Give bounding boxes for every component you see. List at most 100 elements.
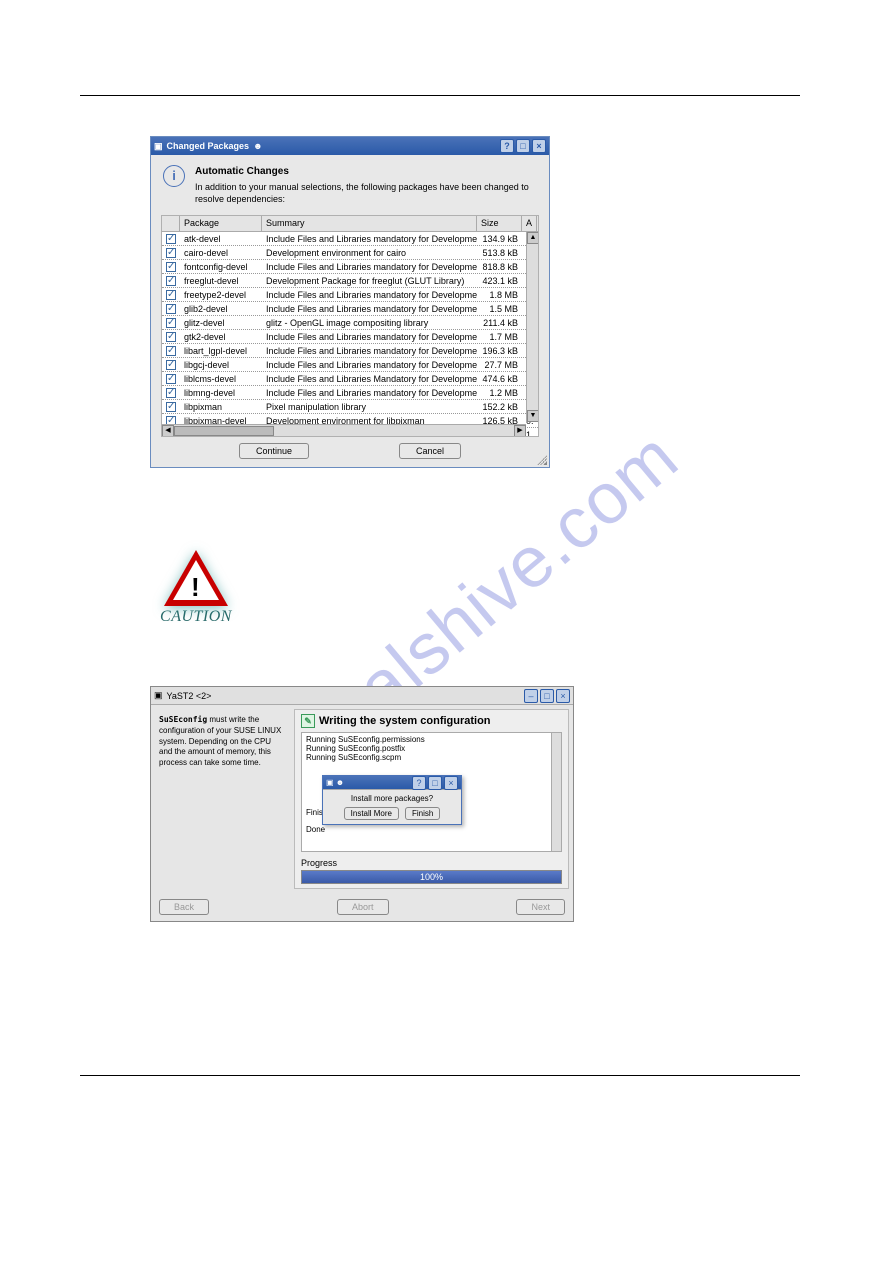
log-line: Done [306,825,557,834]
scroll-left-icon[interactable]: ◀ [162,425,174,437]
left-help-text: SuSEconfig must write the configuration … [155,709,290,889]
checkbox[interactable] [166,304,176,314]
window-title: Changed Packages [167,141,250,151]
cancel-button[interactable]: Cancel [399,443,461,459]
install-more-popup: ▣ ☻ ? □ × Install more packages? Ins [322,775,462,825]
abort-button[interactable]: Abort [337,899,389,915]
window-titlebar[interactable]: ▣ Changed Packages ☻ ? □ × [151,137,549,155]
checkbox[interactable] [166,332,176,342]
table-row[interactable]: glib2-develInclude Files and Libraries m… [162,302,538,316]
checkbox[interactable] [166,234,176,244]
panel-heading-row: ✎ Writing the system configuration [301,714,562,728]
resize-grip[interactable] [537,455,547,465]
cell-size: 27.7 MB [477,359,522,371]
checkbox[interactable] [166,276,176,286]
cell-package: cairo-devel [180,247,262,259]
col-package[interactable]: Package [180,216,262,231]
close-button[interactable]: × [532,139,546,153]
cell-package: libmng-devel [180,387,262,399]
next-button[interactable]: Next [516,899,565,915]
checkbox[interactable] [166,360,176,370]
popup-max-button[interactable]: □ [428,776,442,790]
main-panel: ✎ Writing the system configuration Runni… [294,709,569,889]
scroll-up-icon[interactable]: ▲ [527,232,539,244]
table-row[interactable]: gtk2-develInclude Files and Libraries ma… [162,330,538,344]
cell-package: glib2-devel [180,303,262,315]
continue-button[interactable]: Continue [239,443,309,459]
cell-summary: Include Files and Libraries mandatory fo… [262,359,477,371]
table-row[interactable]: libart_lgpl-develInclude Files and Libra… [162,344,538,358]
checkbox[interactable] [166,262,176,272]
table-row[interactable]: cairo-develDevelopment environment for c… [162,246,538,260]
log-line: Running SuSEconfig.scpm [306,753,557,762]
info-icon: i [163,165,185,187]
exclamation-icon: ! [191,572,200,603]
cell-summary: Include Files and Libraries mandatory fo… [262,303,477,315]
window-titlebar[interactable]: ▣ YaST2 <2> – □ × [151,687,573,705]
table-row[interactable]: libgcj-develInclude Files and Libraries … [162,358,538,372]
cell-size: 513.8 kB [477,247,522,259]
progress-label: Progress [301,858,562,868]
cell-summary: Include Files and Libraries mandatory fo… [262,261,477,273]
bottom-rule [80,1075,800,1076]
checkbox[interactable] [166,290,176,300]
table-row[interactable]: fontconfig-develInclude Files and Librar… [162,260,538,274]
cell-summary: Development environment for cairo [262,247,477,259]
table-row[interactable]: liblcms-develInclude Files and Libraries… [162,372,538,386]
progress-bar: 100% [301,870,562,884]
finish-button[interactable]: Finish [405,807,440,820]
cell-summary: Include Files and Libraries Mandatory fo… [262,373,477,385]
cell-size: 818.8 kB [477,261,522,273]
popup-text: Install more packages? [327,794,457,803]
cell-summary: Include Files and Libraries mandatory fo… [262,387,477,399]
checkbox[interactable] [166,388,176,398]
checkbox[interactable] [166,318,176,328]
window-title: YaST2 <2> [167,691,212,701]
cell-size: 1.5 MB [477,303,522,315]
col-a[interactable]: A [522,216,537,231]
table-row[interactable]: libmng-develInclude Files and Libraries … [162,386,538,400]
cell-package: libart_lgpl-devel [180,345,262,357]
table-row[interactable]: freetype2-develInclude Files and Librari… [162,288,538,302]
maximize-button[interactable]: □ [540,689,554,703]
popup-close-button[interactable]: × [444,776,458,790]
info-heading: Automatic Changes [195,165,533,178]
maximize-button[interactable]: □ [516,139,530,153]
warning-triangle-icon: ! [164,550,228,606]
cell-size: 474.6 kB [477,373,522,385]
window-icon: ▣ [154,141,163,152]
horizontal-scrollbar[interactable]: ◀ ▶ [162,424,526,436]
popup-help-button[interactable]: ? [412,776,426,790]
cell-size: 196.3 kB [477,345,522,357]
vertical-scrollbar[interactable]: ▲ ▼ [526,232,538,422]
log-scrollbar[interactable] [551,733,561,851]
document-icon: ✎ [301,714,315,728]
col-size[interactable]: Size [477,216,522,231]
popup-titlebar[interactable]: ▣ ☻ ? □ × [323,776,461,790]
table-row[interactable]: freeglut-develDevelopment Package for fr… [162,274,538,288]
checkbox[interactable] [166,374,176,384]
scroll-down-icon[interactable]: ▼ [527,410,539,422]
help-button[interactable]: ? [500,139,514,153]
scroll-thumb[interactable] [174,426,274,436]
install-more-button[interactable]: Install More [344,807,399,820]
table-row[interactable]: atk-develInclude Files and Libraries man… [162,232,538,246]
cell-package: libpixman [180,401,262,413]
scroll-right-icon[interactable]: ▶ [514,425,526,437]
close-button[interactable]: × [556,689,570,703]
cell-summary: Pixel manipulation library [262,401,477,413]
table-row[interactable]: glitz-develglitz - OpenGL image composit… [162,316,538,330]
cell-size: 152.2 kB [477,401,522,413]
checkbox[interactable] [166,248,176,258]
minimize-button[interactable]: – [524,689,538,703]
checkbox[interactable] [166,346,176,356]
top-rule [80,95,800,96]
log-box: Running SuSEconfig.permissions Running S… [301,732,562,852]
checkbox[interactable] [166,402,176,412]
back-button[interactable]: Back [159,899,209,915]
table-row[interactable]: libpixmanPixel manipulation library152.2… [162,400,538,414]
col-summary[interactable]: Summary [262,216,477,231]
cell-package: freeglut-devel [180,275,262,287]
caution-label: CAUTION [150,608,242,626]
caution-block: ! CAUTION [150,550,242,626]
